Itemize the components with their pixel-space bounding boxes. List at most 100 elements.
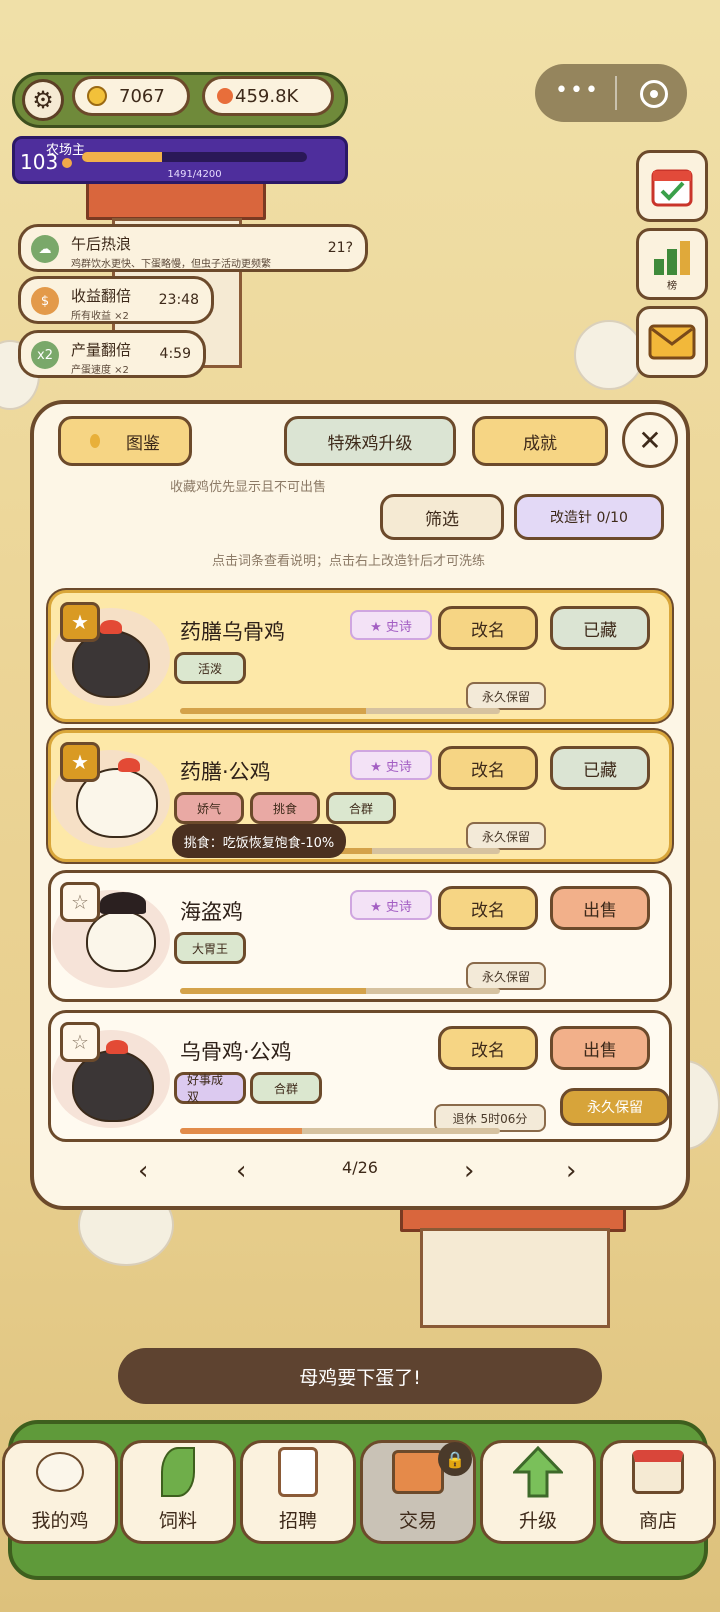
growth-fill	[180, 708, 366, 714]
gem-icon	[217, 88, 233, 104]
lock-icon: 🔒	[438, 1442, 472, 1476]
trait-tag[interactable]: 大胃王	[174, 932, 246, 964]
trait-tooltip: 挑食：吃饭恢复饱食-10%	[172, 824, 346, 858]
modify-needle-button[interactable]: 改造针 0/10	[514, 494, 664, 540]
mail-button[interactable]	[636, 306, 708, 378]
favorite-star-icon[interactable]: ★	[60, 602, 100, 642]
keep-forever-button[interactable]: 永久保留	[560, 1088, 670, 1126]
coin-icon	[87, 86, 107, 106]
hen-comb	[118, 758, 140, 772]
background-hen	[574, 320, 644, 390]
egg-icon	[90, 434, 100, 448]
filter-button[interactable]: 筛选	[380, 494, 504, 540]
next-page-icon[interactable]: ›	[464, 1156, 474, 1186]
level-dot	[62, 158, 72, 168]
tab-recruit[interactable]: 招聘	[240, 1440, 356, 1544]
trait-tag[interactable]: 娇气	[174, 792, 244, 824]
unfavorite-star-icon[interactable]: ☆	[60, 1022, 100, 1062]
collected-button[interactable]: 已藏	[550, 746, 650, 790]
hen-comb	[106, 1040, 128, 1054]
buff-income-double[interactable]: $ 收益翻倍 所有收益 ×2 23:48	[18, 276, 214, 324]
page-indicator: 4/26	[342, 1158, 378, 1177]
shop-icon	[630, 1444, 686, 1500]
tab-feed[interactable]: 饲料	[120, 1440, 236, 1544]
tab-upgrade[interactable]: 升级	[480, 1440, 596, 1544]
codex-button[interactable]: 图鉴	[58, 416, 192, 466]
rename-button[interactable]: 改名	[438, 606, 538, 650]
tab-shop[interactable]: 商店	[600, 1440, 716, 1544]
buff-weather[interactable]: ☁ 午后热浪 鸡群饮水更快、下蛋略慢，但虫子活动更频繁 21?	[18, 224, 368, 272]
first-page-icon[interactable]: ‹	[138, 1156, 148, 1186]
last-page-icon[interactable]: ›	[566, 1156, 576, 1186]
buff-title: 产量翻倍	[71, 341, 132, 359]
buff-desc: 鸡群饮水更快、下蛋略慢，但虫子活动更频繁	[71, 259, 271, 270]
buff-title: 收益翻倍	[71, 287, 132, 305]
buff-time: 21?	[327, 240, 353, 256]
close-miniprogram-icon[interactable]	[640, 80, 668, 108]
special-upgrade-button[interactable]: 特殊鸡升级	[284, 416, 456, 466]
coin-value: 7067	[119, 85, 165, 107]
keep-forever-button[interactable]: 永久保留	[466, 682, 546, 710]
buff-title: 午后热浪	[71, 235, 132, 253]
ranking-button[interactable]: 榜	[636, 228, 708, 300]
keep-forever-button[interactable]: 永久保留	[466, 962, 546, 990]
rename-button[interactable]: 改名	[438, 1026, 538, 1070]
buff-time: 23:48	[158, 292, 199, 308]
chicken-name: 乌骨鸡·公鸡	[180, 1040, 292, 1064]
calendar-button[interactable]	[636, 150, 708, 222]
sell-button[interactable]: 出售	[550, 886, 650, 930]
trait-tag[interactable]: 好事成双	[174, 1072, 246, 1104]
growth-bar	[180, 708, 500, 714]
ranking-label: 榜	[667, 280, 677, 292]
favorite-star-icon[interactable]: ★	[60, 742, 100, 782]
growth-fill	[180, 988, 366, 994]
id-card-icon	[270, 1444, 326, 1500]
trait-tag[interactable]: 合群	[326, 792, 396, 824]
rarity-badge: ★ 史诗	[350, 890, 432, 920]
buff-output-double[interactable]: x2 产量翻倍 产蛋速度 ×2 4:59	[18, 330, 206, 378]
capsule-divider	[615, 76, 617, 110]
sell-button[interactable]: 出售	[550, 1026, 650, 1070]
codex-label: 图鉴	[126, 433, 160, 454]
growth-fill	[180, 1128, 302, 1134]
dollar-icon: $	[31, 287, 59, 315]
market-stall-icon	[390, 1444, 446, 1500]
usage-hint: 点击词条查看说明；点击右上改造针后才可洗练	[212, 554, 486, 569]
tab-label: 升级	[518, 1510, 557, 1532]
gem-value: 459.8K	[235, 85, 299, 107]
chicken-name: 药膳乌骨鸡	[180, 620, 285, 644]
buff-time: 4:59	[159, 346, 191, 362]
gear-icon: ⚙	[32, 86, 54, 114]
arrow-up-icon	[510, 1444, 566, 1500]
keep-forever-button[interactable]: 永久保留	[466, 822, 546, 850]
collect-note: 收藏鸡优先显示且不可出售	[170, 480, 327, 495]
xp-bar	[82, 152, 307, 162]
calendar-check-icon	[651, 169, 693, 207]
xp-text: 1491/4200	[167, 169, 222, 180]
pirate-hat-icon	[100, 892, 146, 914]
settings-button[interactable]: ⚙	[22, 79, 64, 121]
leaf-icon	[150, 1444, 206, 1500]
prev-page-icon[interactable]: ‹	[236, 1156, 246, 1186]
trait-tag[interactable]: 挑食	[250, 792, 320, 824]
rarity-badge: ★ 史诗	[350, 610, 432, 640]
achievements-button[interactable]: 成就	[472, 416, 608, 466]
growth-bar	[180, 988, 500, 994]
collected-button[interactable]: 已藏	[550, 606, 650, 650]
cloud-icon: ☁	[31, 235, 59, 263]
trait-tag[interactable]: 活泼	[174, 652, 246, 684]
trait-tag[interactable]: 合群	[250, 1072, 322, 1104]
close-button[interactable]: ✕	[622, 412, 678, 468]
growth-bar	[180, 1128, 500, 1134]
tab-label: 我的鸡	[31, 1510, 89, 1532]
notification-toast: 母鸡要下蛋了!	[118, 1348, 602, 1404]
gem-counter: 459.8K	[202, 76, 334, 116]
chicken-name: 海盗鸡	[180, 900, 243, 924]
xp-fill	[82, 152, 162, 162]
rename-button[interactable]: 改名	[438, 886, 538, 930]
rename-button[interactable]: 改名	[438, 746, 538, 790]
unfavorite-star-icon[interactable]: ☆	[60, 882, 100, 922]
tab-my-chickens[interactable]: 我的鸡	[2, 1440, 118, 1544]
buff-desc: 产蛋速度 ×2	[71, 365, 129, 376]
more-icon[interactable]: •••	[555, 78, 600, 103]
